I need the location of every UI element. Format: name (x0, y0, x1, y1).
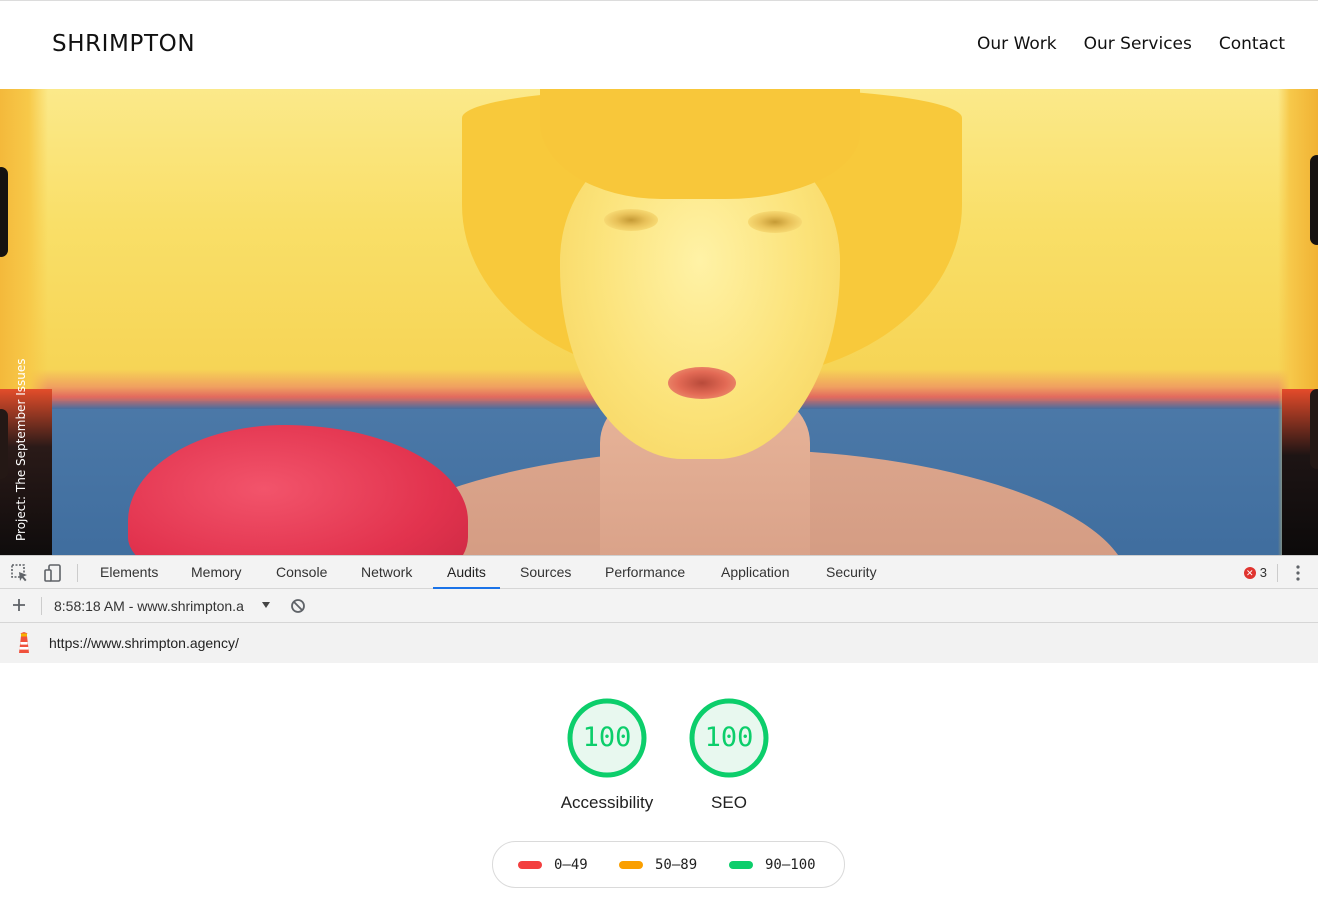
more-options-icon[interactable] (1292, 564, 1304, 582)
error-icon: ✕ (1243, 566, 1256, 579)
tab-console[interactable]: Console (276, 556, 327, 589)
legend-range-pass: 90–100 (765, 856, 816, 873)
legend-swatch-fail (518, 860, 542, 869)
tab-sources[interactable]: Sources (520, 556, 571, 589)
chevron-down-icon[interactable] (262, 602, 270, 608)
hero-image: Project: The September Issues (0, 89, 1318, 555)
accessibility-gauge[interactable]: 100 Accessibility (561, 697, 653, 812)
accessibility-score: 100 (582, 722, 632, 753)
error-count-value: 3 (1259, 565, 1267, 580)
site-header: SHRIMPTON Our Work Our Services Contact (0, 0, 1318, 89)
nav-our-services[interactable]: Our Services (1084, 34, 1192, 54)
tab-memory[interactable]: Memory (191, 556, 242, 589)
seo-score: 100 (704, 722, 754, 753)
report-url[interactable]: https://www.shrimpton.agency/ (49, 623, 239, 663)
site-nav: Our Work Our Services Contact (977, 34, 1285, 54)
error-counter[interactable]: ✕ 3 (1243, 565, 1267, 580)
tab-application[interactable]: Application (721, 556, 790, 589)
report-url-bar: https://www.shrimpton.agency/ (0, 623, 1318, 663)
lighthouse-icon (16, 632, 32, 654)
nav-our-work[interactable]: Our Work (977, 34, 1057, 54)
tab-performance[interactable]: Performance (605, 556, 685, 589)
hero-caption: Project: The September Issues (14, 358, 28, 541)
tab-elements[interactable]: Elements (100, 556, 158, 589)
clear-all-icon[interactable] (290, 598, 306, 614)
legend-swatch-average (619, 860, 643, 869)
report-select[interactable]: 8:58:18 AM - www.shrimpton.a (54, 589, 244, 623)
tab-network[interactable]: Network (361, 556, 412, 589)
legend-range-fail: 0–49 (554, 856, 588, 873)
seo-gauge[interactable]: 100 SEO (688, 697, 772, 812)
tab-security[interactable]: Security (826, 556, 877, 589)
devtools-tab-bar: Elements Memory Console Network Audits S… (0, 555, 1318, 589)
legend-swatch-pass (729, 860, 753, 869)
score-legend: 0–49 50–89 90–100 (492, 841, 845, 888)
legend-range-average: 50–89 (655, 856, 698, 873)
tab-audits[interactable]: Audits (433, 556, 500, 589)
audit-report: 100 Accessibility 100 SEO 0–49 50–89 90–… (0, 663, 1318, 913)
legend-item-fail: 0–49 (518, 842, 588, 887)
legend-item-pass: 90–100 (729, 842, 816, 887)
new-audit-icon[interactable] (10, 596, 28, 614)
audits-toolbar: 8:58:18 AM - www.shrimpton.a (0, 589, 1318, 623)
inspect-element-icon[interactable] (10, 563, 30, 583)
device-toolbar-icon[interactable] (43, 563, 63, 583)
brand-logo[interactable]: SHRIMPTON (52, 31, 195, 57)
nav-contact[interactable]: Contact (1219, 34, 1285, 54)
seo-label: SEO (711, 793, 747, 812)
legend-item-average: 50–89 (619, 842, 697, 887)
